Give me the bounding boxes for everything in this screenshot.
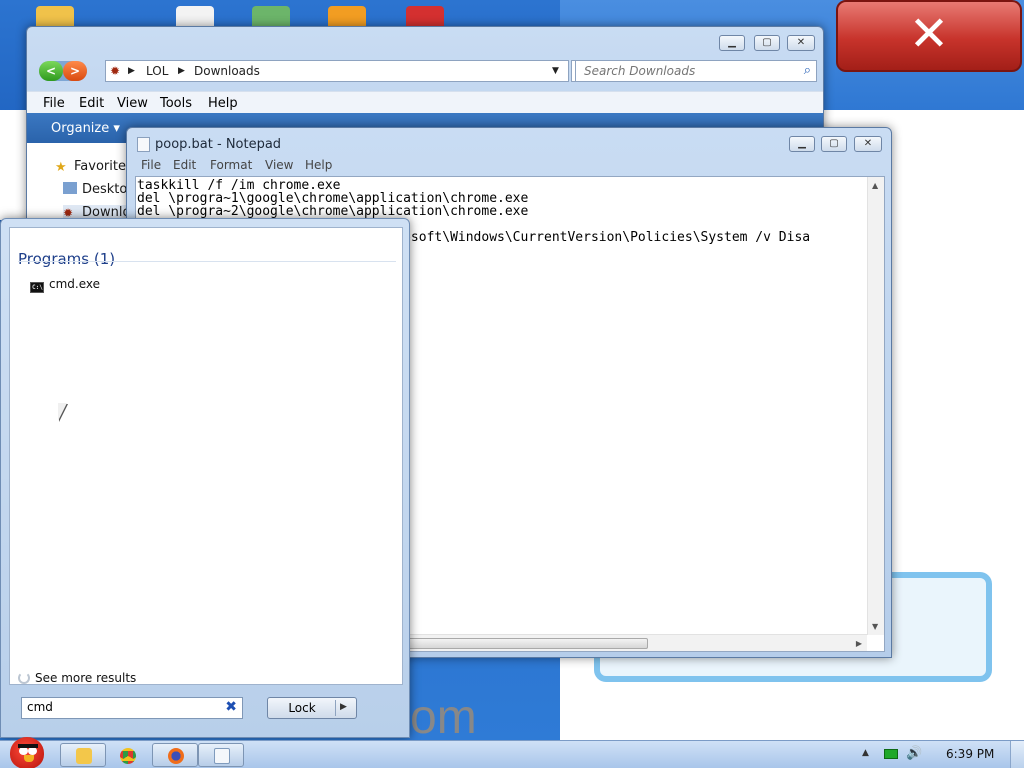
- organize-button[interactable]: Organize ▾: [51, 121, 120, 136]
- bird-beak: [24, 755, 34, 762]
- vertical-scrollbar[interactable]: ▲ ▼: [867, 177, 884, 635]
- menu-help[interactable]: Help: [305, 158, 332, 172]
- bird-brow: [18, 744, 38, 748]
- taskbar-button-firefox[interactable]: [152, 743, 198, 767]
- search-icon[interactable]: ⌕: [804, 63, 811, 78]
- downloads-icon: ✹: [63, 206, 74, 220]
- background-text-fragment: om: [410, 691, 477, 740]
- bird-eye: [28, 747, 37, 755]
- start-search-input[interactable]: [27, 700, 217, 714]
- notepad-icon: [137, 137, 150, 152]
- menu-view[interactable]: View: [265, 158, 293, 172]
- see-more-results-link[interactable]: See more results: [18, 671, 136, 685]
- menu-file[interactable]: File: [43, 96, 65, 111]
- address-dropdown-icon[interactable]: ▼: [552, 66, 559, 76]
- battery-icon[interactable]: [884, 749, 898, 759]
- background-close-icon[interactable]: ✕: [836, 0, 1022, 72]
- scroll-down-icon[interactable]: ▼: [872, 622, 878, 631]
- back-icon[interactable]: <: [39, 61, 63, 81]
- lock-button[interactable]: Lock ▶: [267, 697, 357, 719]
- scroll-right-icon[interactable]: ▶: [856, 639, 862, 648]
- star-icon: ★: [55, 160, 67, 175]
- close-button[interactable]: ✕: [854, 136, 882, 152]
- taskbar-button-notepad[interactable]: [198, 743, 244, 767]
- search-input[interactable]: [584, 64, 784, 78]
- menu-edit[interactable]: Edit: [79, 96, 104, 111]
- show-hidden-icons-icon[interactable]: ▲: [862, 748, 869, 758]
- forward-icon[interactable]: >: [63, 61, 87, 81]
- programs-heading: Programs (1): [18, 250, 116, 268]
- maximize-button[interactable]: ▢: [821, 136, 847, 152]
- menu-file[interactable]: File: [141, 158, 161, 172]
- close-button[interactable]: ✕: [787, 35, 815, 51]
- maximize-button[interactable]: ▢: [754, 35, 780, 51]
- breadcrumb-item[interactable]: Downloads: [194, 64, 260, 78]
- breadcrumb-separator-icon: ▶: [128, 66, 135, 76]
- firefox-icon: [168, 748, 184, 764]
- heading-divider: [18, 261, 396, 262]
- explorer-menubar: File Edit View Tools Help: [27, 91, 823, 113]
- volume-icon[interactable]: 🔊: [906, 746, 922, 761]
- program-item-cmd[interactable]: C:\ cmd.exe: [30, 277, 100, 293]
- start-menu: Programs (1) C:\ cmd.exe See more results…: [0, 218, 410, 738]
- address-bar[interactable]: ✹ ▶ LOL ▶ Downloads ▼: [105, 60, 569, 82]
- chrome-icon: [120, 748, 136, 764]
- clock[interactable]: 6:39 PM: [946, 747, 994, 761]
- nav-item-desktop[interactable]: Deskto: [63, 182, 127, 197]
- minimize-button[interactable]: ▁: [719, 35, 745, 51]
- menu-tools[interactable]: Tools: [160, 96, 192, 111]
- mouse-cursor-icon: [58, 403, 67, 421]
- menu-edit[interactable]: Edit: [173, 158, 196, 172]
- menu-format[interactable]: Format: [210, 158, 252, 172]
- folder-icon: ✹: [110, 64, 121, 78]
- breadcrumb-separator-icon: ▶: [178, 66, 185, 76]
- window-title: poop.bat - Notepad: [155, 137, 282, 152]
- taskbar-button-chrome[interactable]: [104, 743, 150, 767]
- minimize-button[interactable]: ▁: [789, 136, 815, 152]
- start-search-box[interactable]: ✖: [21, 697, 243, 719]
- folder-icon: [76, 748, 92, 764]
- show-desktop-button[interactable]: [1010, 741, 1024, 768]
- nav-buttons: < >: [39, 61, 87, 81]
- loading-icon: [18, 672, 30, 684]
- lock-button-label: Lock: [288, 701, 316, 715]
- nav-item-favorites[interactable]: ★ Favorites: [55, 159, 133, 175]
- start-button[interactable]: [4, 733, 48, 768]
- taskbar-button-explorer[interactable]: [60, 743, 106, 767]
- clear-search-icon[interactable]: ✖: [225, 699, 237, 715]
- lock-button-divider: [335, 700, 336, 716]
- menu-help[interactable]: Help: [208, 96, 238, 111]
- notepad-menubar: File Edit Format View Help: [135, 157, 883, 175]
- taskbar: ▲ 🔊 6:39 PM: [0, 737, 1024, 768]
- search-box[interactable]: ⌕: [575, 60, 817, 82]
- search-results-panel: Programs (1) C:\ cmd.exe See more results: [9, 227, 403, 685]
- desktop-icon: [63, 182, 77, 194]
- bird-eye: [19, 747, 28, 755]
- menu-view[interactable]: View: [117, 96, 148, 111]
- scroll-up-icon[interactable]: ▲: [872, 181, 878, 190]
- notepad-icon: [214, 748, 230, 764]
- chevron-right-icon[interactable]: ▶: [340, 702, 347, 712]
- cmd-icon: C:\: [30, 282, 44, 293]
- breadcrumb-item[interactable]: LOL: [146, 64, 168, 78]
